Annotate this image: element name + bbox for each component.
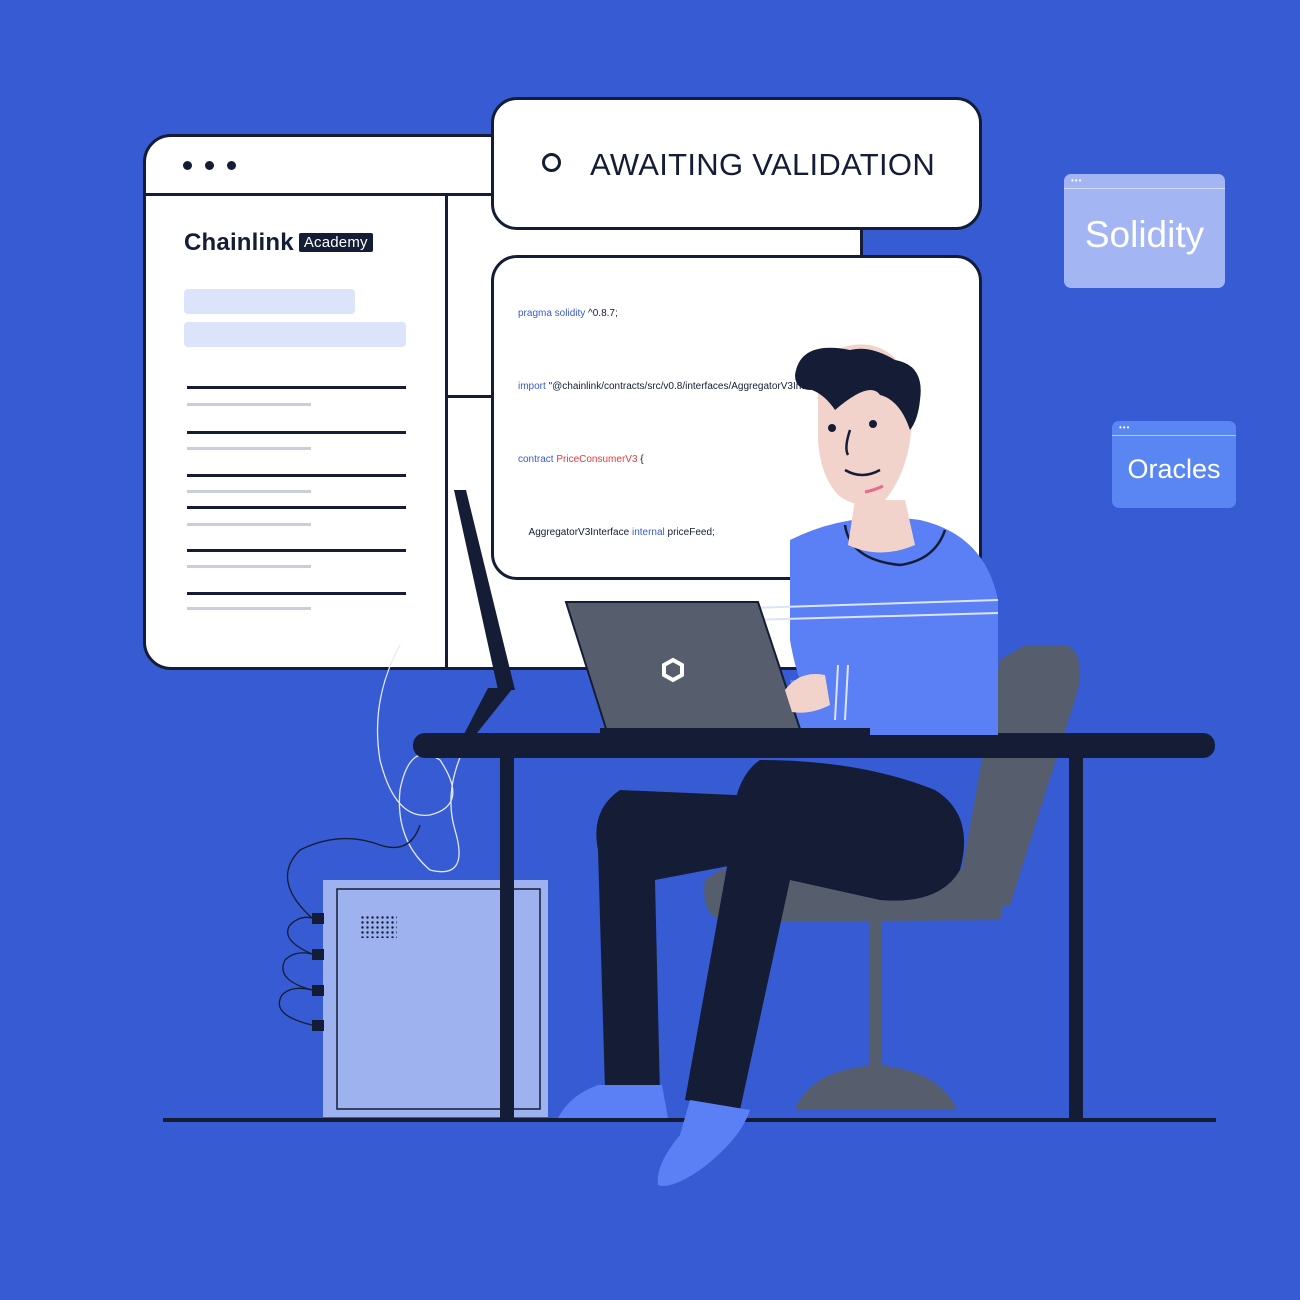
person — [558, 344, 999, 1186]
hand — [785, 674, 830, 713]
monitor-stand — [454, 490, 515, 690]
workspace-illustration — [163, 344, 1216, 1186]
vent-grille-icon — [359, 914, 397, 938]
